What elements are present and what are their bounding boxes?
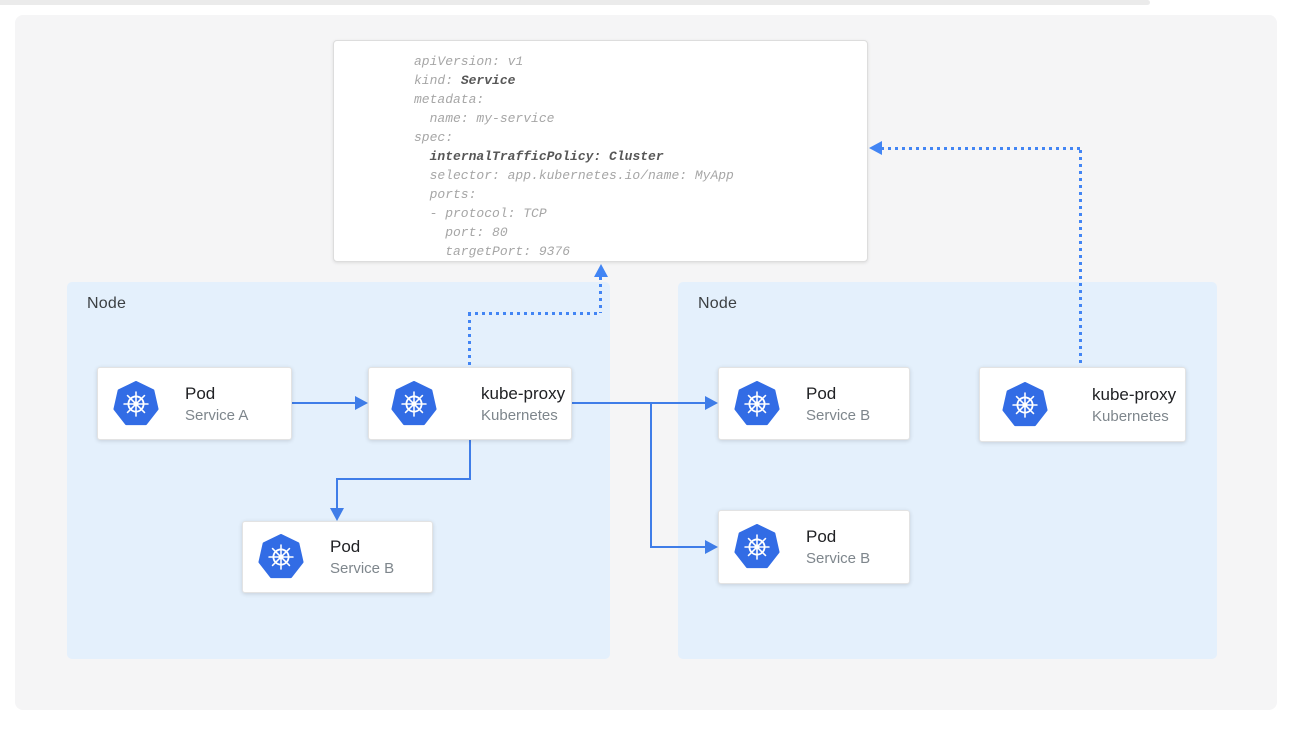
- arrowhead-right-icon: [355, 396, 368, 410]
- yaml-line: spec:: [414, 128, 867, 147]
- yaml-line: targetPort: 9376: [414, 242, 867, 261]
- yaml-line: apiVersion: v1: [414, 52, 867, 71]
- yaml-line: metadata:: [414, 90, 867, 109]
- connector-poda-to-kubeproxy: [292, 402, 356, 404]
- card-subtitle: Service A: [185, 405, 248, 426]
- pod-service-a-card: Pod Service A: [97, 367, 292, 440]
- yaml-line: kind: Service: [414, 71, 867, 90]
- node-box-right: Node: [678, 282, 1217, 659]
- yaml-line: port: 80: [414, 223, 867, 242]
- dotted-left-horizontal: [468, 312, 601, 315]
- connector-kubeproxy-to-podb1: [572, 402, 706, 404]
- yaml-line: selector: app.kubernetes.io/name: MyApp: [414, 166, 867, 185]
- kubernetes-icon: [258, 534, 304, 580]
- node-box-left: Node: [67, 282, 610, 659]
- card-subtitle: Service B: [330, 558, 394, 579]
- kubernetes-icon: [113, 381, 159, 427]
- connector-kubeproxy-down: [469, 440, 471, 480]
- card-title: Pod: [806, 382, 870, 405]
- card-title: Pod: [806, 525, 870, 548]
- kubernetes-icon: [734, 381, 780, 427]
- kubernetes-icon: [1002, 382, 1048, 428]
- node-label: Node: [87, 295, 126, 313]
- connector-to-podb-left: [336, 478, 338, 509]
- connector-branch-to-podb2: [651, 546, 706, 548]
- card-title: kube-proxy: [1092, 383, 1176, 406]
- pod-service-b-left-card: Pod Service B: [242, 521, 433, 593]
- pod-service-b1-right-card: Pod Service B: [718, 367, 910, 440]
- kube-proxy-right-card: kube-proxy Kubernetes: [979, 367, 1186, 442]
- yaml-line: ports:: [414, 185, 867, 204]
- kubernetes-icon: [391, 381, 437, 427]
- yaml-line: name: my-service: [414, 109, 867, 128]
- service-yaml-card: apiVersion: v1kind: Servicemetadata: nam…: [333, 40, 868, 262]
- card-subtitle: Kubernetes: [481, 405, 565, 426]
- card-title: kube-proxy: [481, 382, 565, 405]
- arrowhead-up-icon: [594, 264, 608, 277]
- arrowhead-right-icon: [705, 396, 718, 410]
- arrowhead-right-icon: [705, 540, 718, 554]
- node-label: Node: [698, 295, 737, 313]
- dotted-kubeproxy-left-up: [468, 313, 471, 367]
- card-title: Pod: [330, 535, 394, 558]
- dotted-right-horizontal: [881, 147, 1081, 150]
- card-subtitle: Kubernetes: [1092, 406, 1176, 427]
- arrowhead-down-icon: [330, 508, 344, 521]
- yaml-line: internalTrafficPolicy: Cluster: [414, 147, 867, 166]
- kubernetes-icon: [734, 524, 780, 570]
- pod-service-b2-right-card: Pod Service B: [718, 510, 910, 584]
- yaml-line: - protocol: TCP: [414, 204, 867, 223]
- dotted-kubeproxy-right-up: [1079, 150, 1082, 367]
- connector-branch-vertical: [650, 402, 652, 548]
- card-subtitle: Service B: [806, 405, 870, 426]
- arrowhead-left-icon: [869, 141, 882, 155]
- top-divider: [0, 0, 1150, 5]
- card-title: Pod: [185, 382, 248, 405]
- connector-down-horizontal: [336, 478, 471, 480]
- kubernetes-service-traffic-diagram: apiVersion: v1kind: Servicemetadata: nam…: [0, 0, 1296, 729]
- card-subtitle: Service B: [806, 548, 870, 569]
- dotted-left-to-yaml: [599, 277, 602, 313]
- kube-proxy-left-card: kube-proxy Kubernetes: [368, 367, 572, 440]
